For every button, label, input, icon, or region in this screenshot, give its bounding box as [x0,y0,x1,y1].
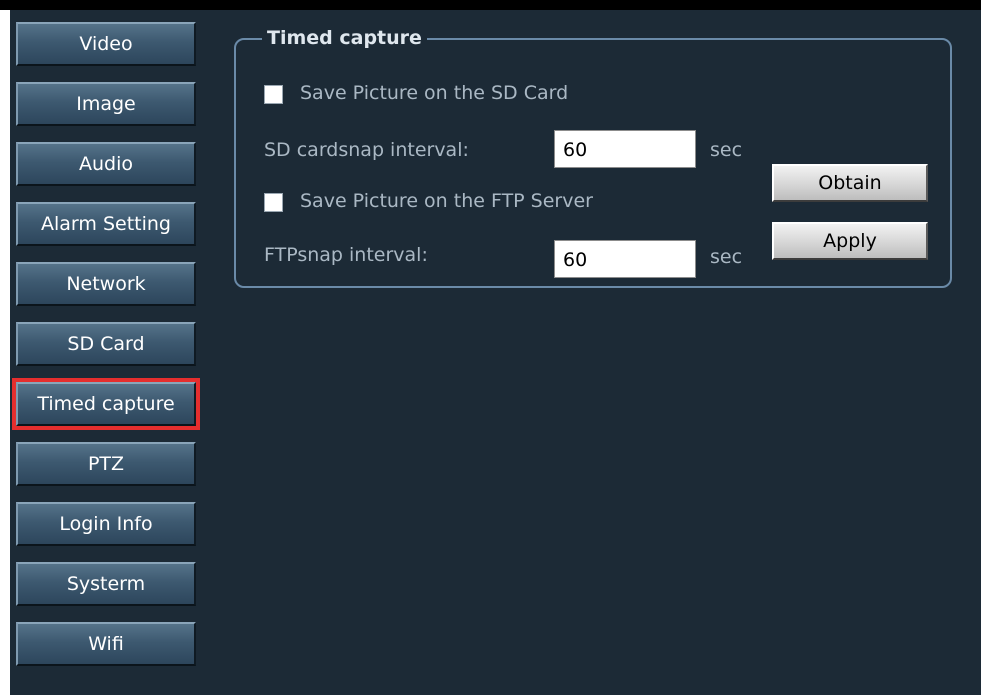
ftp-interval-unit: sec [710,246,743,268]
save-sd-label: Save Picture on the SD Card [300,82,569,104]
top-border [0,0,981,10]
group-title: Timed capture [262,26,427,50]
sidebar-item-image[interactable]: Image [16,82,196,126]
sidebar-item-systerm[interactable]: Systerm [16,562,196,606]
sidebar-item-alarm-setting[interactable]: Alarm Setting [16,202,196,246]
sidebar-item-wifi[interactable]: Wifi [16,622,196,666]
obtain-button[interactable]: Obtain [772,164,928,202]
save-sd-checkbox[interactable] [264,85,283,104]
sd-interval-input[interactable]: 60 [554,130,696,168]
ftp-interval-label: FTPsnap interval: [264,244,428,266]
sidebar-item-login-info[interactable]: Login Info [16,502,196,546]
ftp-interval-input[interactable]: 60 [554,240,696,278]
sidebar-item-sd-card[interactable]: SD Card [16,322,196,366]
sd-interval-unit: sec [710,139,743,161]
sidebar-item-ptz[interactable]: PTZ [16,442,196,486]
save-ftp-label: Save Picture on the FTP Server [300,190,593,212]
sidebar-item-audio[interactable]: Audio [16,142,196,186]
save-ftp-checkbox[interactable] [264,193,283,212]
sidebar-item-video[interactable]: Video [16,22,196,66]
apply-button[interactable]: Apply [772,222,928,260]
sidebar-item-timed-capture[interactable]: Timed capture [12,378,200,430]
sidebar-item-network[interactable]: Network [16,262,196,306]
sd-interval-label: SD cardsnap interval: [264,139,469,161]
